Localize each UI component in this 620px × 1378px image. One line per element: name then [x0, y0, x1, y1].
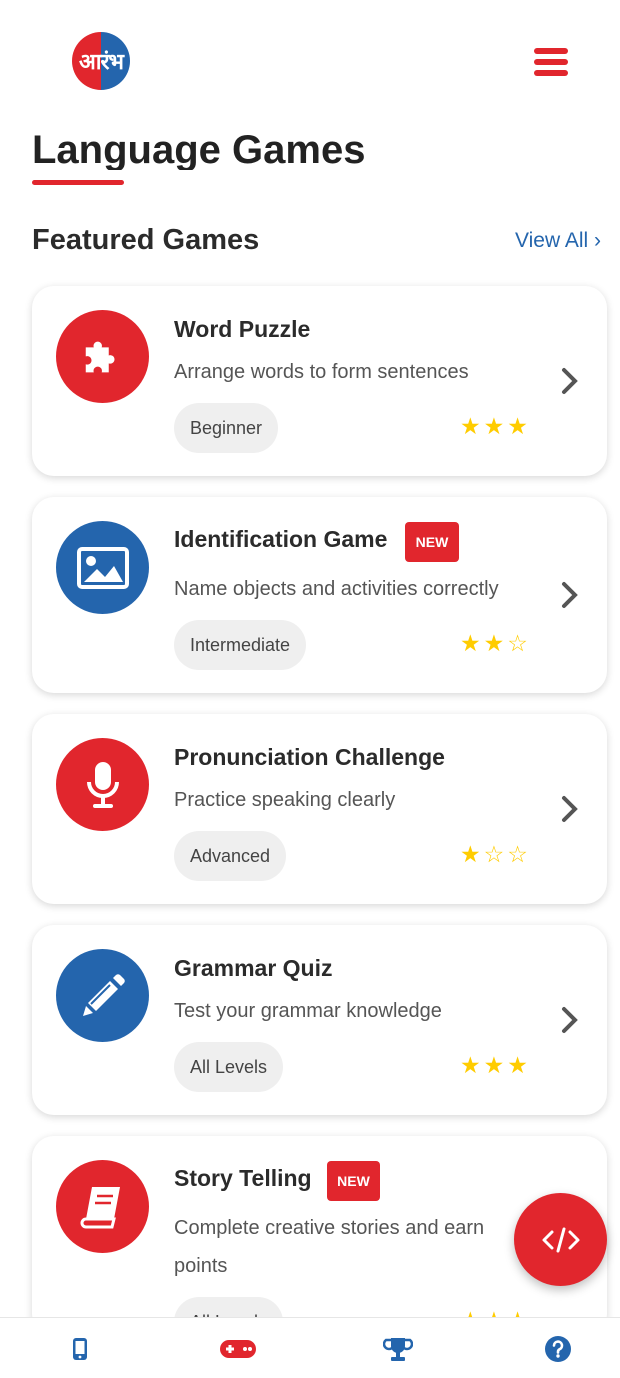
level-badge: Intermediate	[174, 620, 307, 670]
game-description: Arrange words to form sentences	[174, 361, 469, 383]
game-name: Identification Game	[174, 526, 388, 552]
nav-question-circle-icon[interactable]	[538, 1334, 578, 1364]
nav-mobile-icon[interactable]	[60, 1334, 100, 1364]
game-description: Practice speaking clearly	[174, 789, 396, 811]
game-name: Grammar Quiz	[174, 955, 333, 981]
app-header: आरंभ	[0, 0, 620, 120]
game-card-pronunciation-challenge[interactable]: Pronunciation Challenge Practice speakin…	[32, 714, 607, 904]
game-card-word-puzzle[interactable]: Word Puzzle Arrange words to form senten…	[32, 286, 607, 476]
nav-trophy-icon[interactable]	[378, 1334, 418, 1364]
pencil-icon	[56, 949, 149, 1042]
game-description: Name objects and activities correctly	[174, 578, 499, 600]
game-name: Pronunciation Challenge	[174, 744, 445, 770]
rating-stars: ★★☆	[460, 630, 531, 656]
bottom-nav	[0, 1317, 620, 1378]
game-card-grammar-quiz[interactable]: Grammar Quiz Test your grammar knowledge…	[32, 925, 607, 1115]
rating-stars: ★☆☆	[460, 841, 531, 867]
game-name: Word Puzzle	[174, 316, 311, 342]
level-badge: Advanced	[174, 831, 287, 881]
code-icon	[542, 1227, 579, 1252]
new-badge: NEW	[327, 1161, 380, 1201]
rating-stars: ★★★	[460, 413, 531, 439]
chevron-right-icon[interactable]	[560, 366, 580, 396]
code-fab-button[interactable]	[514, 1193, 607, 1286]
chevron-right-icon[interactable]	[560, 580, 580, 610]
game-description: Complete creative stories and earn point…	[174, 1217, 485, 1277]
puzzle-icon	[56, 310, 149, 403]
app-logo[interactable]: आरंभ	[72, 32, 130, 90]
section-title: Featured Games	[32, 224, 260, 256]
microphone-icon	[56, 738, 149, 831]
book-icon	[56, 1160, 149, 1253]
new-badge: NEW	[405, 522, 459, 562]
view-all-link[interactable]: View All ›	[515, 229, 601, 253]
image-icon	[56, 521, 149, 614]
chevron-right-icon[interactable]	[560, 794, 580, 824]
rating-stars: ★★★	[460, 1052, 531, 1078]
chevron-right-icon[interactable]	[560, 1005, 580, 1035]
game-description: Test your grammar knowledge	[174, 1000, 442, 1022]
hamburger-menu-icon[interactable]	[534, 48, 570, 76]
level-badge: All Levels	[174, 1042, 284, 1092]
game-name: Story Telling	[174, 1165, 312, 1191]
title-underline	[32, 180, 124, 185]
level-badge: Beginner	[174, 403, 279, 453]
nav-gamepad-icon[interactable]	[218, 1334, 258, 1364]
logo-text: आरंभ	[79, 50, 124, 75]
game-card-identification-game[interactable]: Identification Game NEW Name objects and…	[32, 497, 607, 693]
page-title: Language Games	[32, 128, 366, 170]
